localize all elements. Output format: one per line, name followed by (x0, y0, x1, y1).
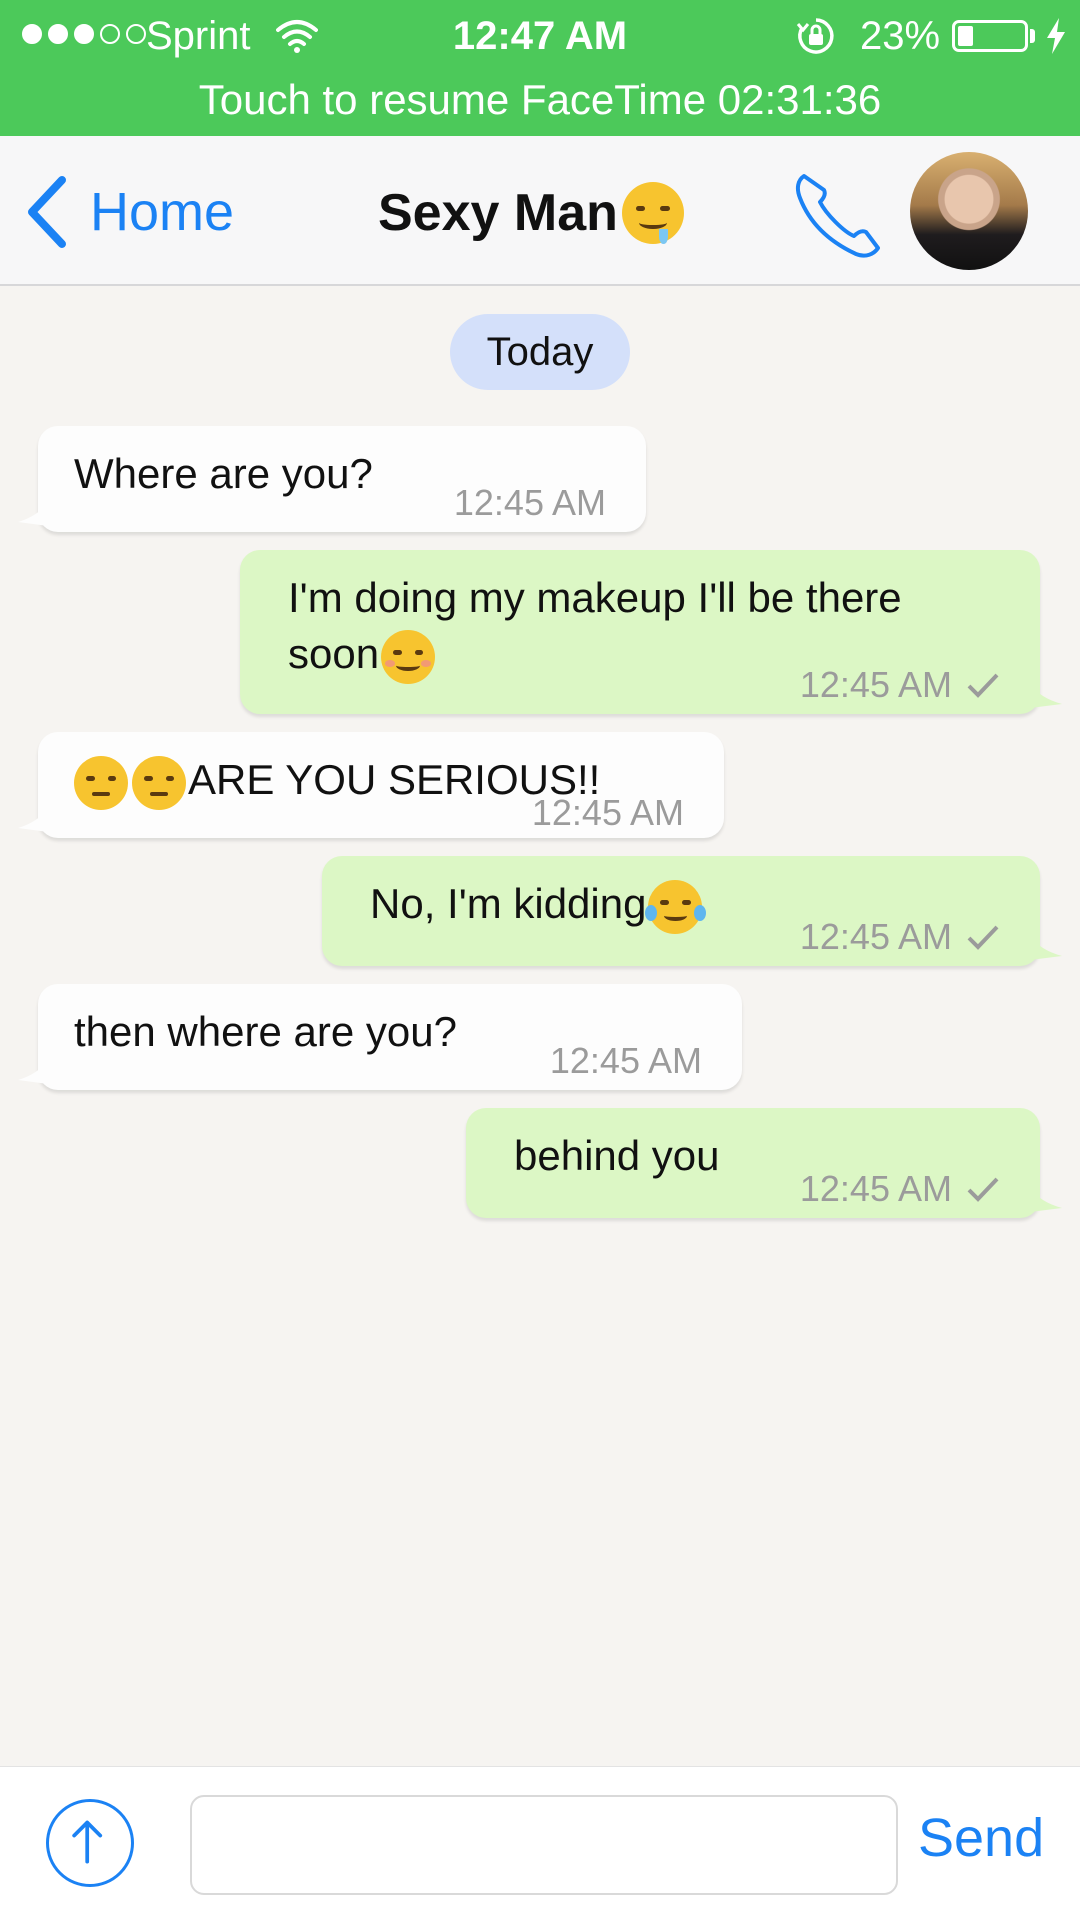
date-divider: Today (450, 314, 630, 390)
tears-of-joy-face-icon (645, 879, 706, 934)
bubble-tail (1030, 684, 1062, 708)
emoji-tear (693, 904, 706, 921)
battery-tip (1030, 29, 1035, 43)
outgoing-message[interactable]: No, I'm kidding 12:45 AM (322, 856, 1062, 966)
chevron-left-icon (28, 176, 66, 248)
message-input[interactable] (190, 1795, 898, 1895)
composer-bar: Send (0, 1766, 1080, 1920)
message-time: 12:45 AM (549, 1040, 702, 1081)
bubble-tail (18, 808, 48, 832)
message-meta: 12:45 AM (800, 664, 1000, 706)
emoji-mouth (639, 217, 667, 230)
unamused-face-icon (132, 755, 186, 810)
bubble-tail (18, 502, 48, 526)
message-meta: 12:45 AM (800, 1168, 1000, 1210)
chat-header: Home Sexy Man (0, 136, 1080, 286)
charging-bolt-icon (1047, 18, 1065, 54)
contact-name[interactable]: Sexy Man (378, 182, 684, 244)
battery-level (958, 26, 973, 46)
message-meta: 12:45 AM (532, 792, 684, 834)
message-meta: 12:45 AM (454, 482, 606, 524)
emoji-mouth (92, 791, 110, 796)
bubble-tail (1030, 1188, 1062, 1212)
send-button[interactable]: Send (918, 1807, 1044, 1869)
status-row: Sprint 12:47 AM 23% (0, 0, 1080, 72)
smiling-face-icon (381, 629, 436, 684)
message-list[interactable]: Today Where are you? 12:45 AM I'm doing … (0, 288, 1080, 1766)
rotation-lock-icon (796, 18, 834, 54)
incoming-message[interactable]: then where are you? 12:45 AM (18, 984, 742, 1090)
status-bar: Sprint 12:47 AM 23% Touch to resume Face… (0, 0, 1080, 136)
emoji-mouth (396, 660, 420, 671)
phone-call-icon[interactable] (790, 166, 886, 262)
incoming-message[interactable]: Where are you? 12:45 AM (18, 426, 646, 532)
arrow-up-icon (72, 1820, 103, 1864)
contact-avatar[interactable] (910, 152, 1028, 270)
battery-icon (952, 20, 1028, 52)
bubble-tail (18, 1060, 48, 1084)
message-time: 12:45 AM (799, 664, 952, 705)
emoji-tear (645, 904, 658, 921)
drooling-face-icon (621, 182, 684, 244)
message-meta: 12:45 AM (550, 1040, 702, 1082)
incoming-message[interactable]: ARE YOU SERIOUS!! 12:45 AM (18, 732, 724, 838)
upload-button[interactable] (46, 1799, 134, 1887)
message-meta: 12:45 AM (800, 916, 1000, 958)
facetime-resume-banner[interactable]: Touch to resume FaceTime 02:31:36 (0, 72, 1080, 134)
message-time: 12:45 AM (531, 792, 684, 833)
sent-check-icon (967, 925, 999, 950)
back-label: Home (90, 182, 235, 242)
emoji-cheek (421, 660, 431, 667)
message-time: 12:45 AM (799, 916, 952, 957)
emoji-mouth (150, 791, 168, 796)
emoji-cheek (385, 660, 396, 667)
outgoing-message[interactable]: behind you 12:45 AM (466, 1108, 1062, 1218)
back-button[interactable]: Home (24, 172, 234, 252)
sent-check-icon (967, 673, 999, 698)
message-text: I'm doing my makeup I'll be there soon (288, 574, 902, 677)
outgoing-message[interactable]: I'm doing my makeup I'll be there soon 1… (240, 550, 1062, 714)
emoji-mouth (663, 910, 688, 921)
sent-check-icon (967, 1177, 999, 1202)
message-time: 12:45 AM (453, 482, 606, 523)
unamused-face-icon (74, 755, 128, 810)
message-text: No, I'm kidding (370, 880, 647, 927)
message-time: 12:45 AM (799, 1168, 952, 1209)
battery-percent: 23% (860, 14, 941, 58)
emoji-drool (659, 229, 668, 244)
contact-name-text: Sexy Man (378, 184, 618, 242)
bubble-tail (1030, 936, 1062, 960)
